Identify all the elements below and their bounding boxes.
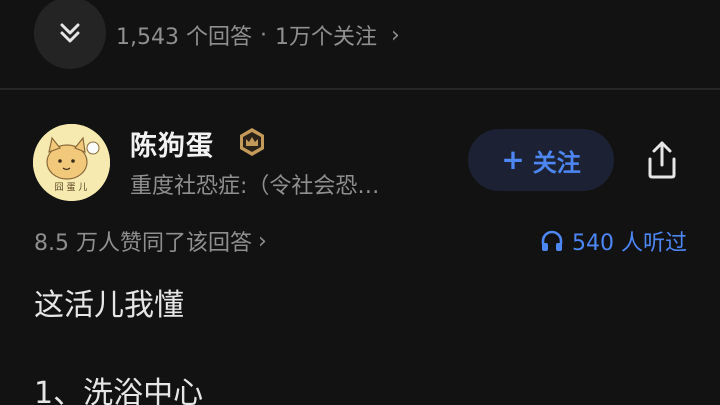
follow-button[interactable]: + 关注 [468, 129, 614, 191]
chevron-right-icon: › [257, 228, 267, 254]
listen-button[interactable]: 540 人听过 [540, 225, 687, 257]
crown-badge-icon [240, 128, 264, 156]
author-name[interactable]: 陈狗蛋 [130, 124, 214, 163]
likes-count: 8.5 万人赞同了该回答 [34, 231, 252, 256]
collapse-button[interactable] [34, 0, 106, 69]
chevron-right-icon: › [390, 22, 400, 48]
divider [0, 88, 720, 90]
double-chevron-down-icon [60, 23, 80, 43]
stats-separator: · [259, 22, 267, 48]
answer-page: 1,543 个回答 · 1万个关注 › 囧 蛋 儿 陈狗蛋 重度社恐症:（令社会… [0, 0, 720, 405]
follow-label: 关注 [532, 148, 581, 177]
followers-count: 1万个关注 [274, 25, 377, 50]
avatar[interactable]: 囧 蛋 儿 [33, 124, 110, 201]
share-icon [648, 141, 676, 179]
answer-paragraph: 1、洗浴中心 [34, 376, 204, 405]
question-stats[interactable]: 1,543 个回答 · 1万个关注 › [116, 20, 400, 51]
author-bio: 重度社恐症:（令社会恐… [130, 174, 380, 199]
cat-avatar-illustration: 囧 蛋 儿 [33, 124, 110, 201]
avatar-text: 囧 蛋 儿 [55, 182, 88, 193]
share-button[interactable] [638, 136, 686, 184]
question-bar: 1,543 个回答 · 1万个关注 › [0, 0, 720, 88]
headphones-icon [541, 230, 563, 251]
plus-icon: + [501, 143, 525, 176]
answers-count: 1,543 个回答 [116, 25, 252, 50]
likes-summary[interactable]: 8.5 万人赞同了该回答 › [34, 225, 267, 257]
answer-paragraph: 这活儿我懂 [34, 288, 184, 323]
listens-count: 540 人听过 [572, 231, 687, 256]
